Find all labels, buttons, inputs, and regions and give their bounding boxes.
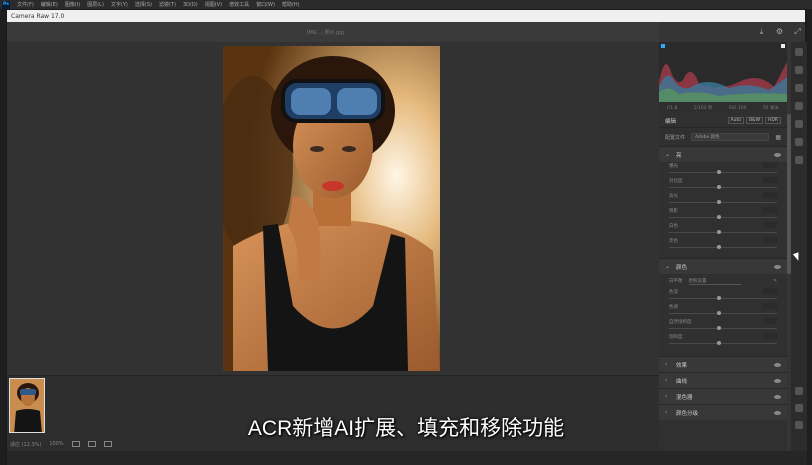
- remove-tool-icon[interactable]: [795, 84, 803, 92]
- profile-row: 配置文件 Adobe 颜色 ▦: [659, 128, 787, 146]
- slider-label: 饱和度: [669, 335, 683, 340]
- top-right-toolbar: ⤓ ⚙ ⤢: [757, 27, 802, 36]
- section-curve-title: 曲线: [676, 378, 688, 385]
- iso: ISO 100: [728, 105, 747, 111]
- section-curve[interactable]: › 曲线: [659, 372, 787, 388]
- eye-icon[interactable]: [774, 362, 781, 367]
- chevron-right-icon: ›: [665, 361, 668, 368]
- menu-image[interactable]: 图像(I): [65, 1, 80, 8]
- slider-blacks[interactable]: 黑色: [659, 237, 787, 252]
- slider-contrast[interactable]: 对比度: [659, 177, 787, 192]
- image-canvas[interactable]: [7, 42, 659, 375]
- shutter: 1/160 秒: [693, 106, 713, 111]
- menu-file[interactable]: 文件(F): [17, 1, 34, 8]
- menu-help[interactable]: 帮助(H): [282, 1, 300, 8]
- eye-icon[interactable]: [774, 264, 781, 269]
- white-balance-dropdown[interactable]: 原照设置: [688, 278, 741, 285]
- white-balance-label: 白平衡: [669, 279, 683, 284]
- slider-label: 自然饱和度: [669, 320, 692, 325]
- eye-icon[interactable]: [774, 394, 781, 399]
- slider-saturation[interactable]: 饱和度: [659, 333, 787, 348]
- section-color[interactable]: ⌄ 颜色: [659, 258, 787, 274]
- video-subtitle: ACR新增AI扩展、填充和移除功能: [247, 417, 565, 440]
- bw-button[interactable]: B&W: [745, 117, 764, 124]
- dialog-title: Camera Raw 17.0: [11, 12, 65, 20]
- focal-length: 50 毫米: [762, 106, 779, 111]
- profile-dropdown[interactable]: Adobe 颜色: [691, 133, 770, 141]
- slider-highlights[interactable]: 高光: [659, 192, 787, 207]
- photoshop-logo: Ps: [2, 0, 10, 9]
- slider-label: 阴影: [669, 209, 678, 214]
- menu-window[interactable]: 窗口(W): [256, 1, 275, 8]
- slider-label: 色温: [669, 290, 678, 295]
- chevron-down-icon: ⌄: [665, 263, 671, 270]
- auto-button[interactable]: Auto: [727, 117, 744, 124]
- profile-label: 配置文件: [665, 134, 686, 141]
- slider-tint[interactable]: 色调: [659, 303, 787, 318]
- gear-icon[interactable]: ⚙: [775, 27, 784, 36]
- white-balance-row: 白平衡 原照设置 ✎: [659, 274, 787, 288]
- hand-tool-icon[interactable]: [795, 404, 803, 412]
- eye-icon[interactable]: [774, 378, 781, 383]
- menu-layer[interactable]: 图层(L): [87, 1, 104, 8]
- menu-3d[interactable]: 3D(D): [183, 2, 198, 8]
- zoom-tool-icon[interactable]: [795, 387, 803, 395]
- tool-strip: [791, 42, 807, 451]
- section-mixer[interactable]: › 混色器: [659, 388, 787, 404]
- screen: Ps 文件(F) 编辑(E) 图像(I) 图层(L) 文字(Y) 选择(S) 滤…: [0, 0, 812, 465]
- camera-raw-dialog: Camera Raw 17.0 IMG ... 照片.jpg ⤓ ⚙ ⤢ 适应 …: [6, 9, 807, 465]
- redeye-tool-icon[interactable]: [795, 120, 803, 128]
- menu-filter[interactable]: 滤镜(T): [159, 1, 176, 8]
- camera-info: f/1.8 1/160 秒 ISO 100 50 毫米: [659, 102, 787, 114]
- section-mixer-title: 混色器: [676, 394, 693, 401]
- menu-view[interactable]: 视图(V): [205, 1, 222, 8]
- histogram: [659, 42, 787, 102]
- slider-label: 高光: [669, 194, 678, 199]
- presets-tool-icon[interactable]: [795, 138, 803, 146]
- dialog-titlebar: Camera Raw 17.0: [7, 10, 805, 22]
- section-effects[interactable]: › 效果: [659, 356, 787, 372]
- section-light-title: 亮: [676, 152, 682, 159]
- slider-temperature[interactable]: 色温: [659, 288, 787, 303]
- crop-tool-icon[interactable]: [795, 66, 803, 74]
- slider-exposure[interactable]: 曝光: [659, 162, 787, 177]
- menu-plugins[interactable]: 增效工具: [229, 1, 249, 8]
- section-color-title: 颜色: [676, 264, 688, 271]
- hdr-button[interactable]: HDR: [765, 117, 781, 124]
- aperture: f/1.8: [667, 105, 678, 111]
- slider-label: 色调: [669, 305, 678, 310]
- eye-icon[interactable]: [774, 152, 781, 157]
- edit-title: 编辑: [665, 118, 677, 125]
- slider-label: 白色: [669, 224, 678, 229]
- save-icon[interactable]: ⤓: [757, 27, 766, 36]
- menu-type[interactable]: 文字(Y): [111, 1, 128, 8]
- chevron-right-icon: ›: [665, 393, 668, 400]
- photo-preview: [223, 46, 440, 371]
- mask-tool-icon[interactable]: [795, 102, 803, 110]
- slider-label: 黑色: [669, 239, 678, 244]
- slider-label: 曝光: [669, 164, 678, 169]
- dialog-footer: [7, 451, 807, 465]
- image-filename: IMG ... 照片.jpg: [307, 30, 344, 36]
- slider-shadows[interactable]: 阴影: [659, 207, 787, 222]
- edit-header: 编辑 Auto B&W HDR: [659, 114, 787, 128]
- chevron-right-icon: ›: [665, 377, 668, 384]
- slider-whites[interactable]: 白色: [659, 222, 787, 237]
- photoshop-menubar: Ps 文件(F) 编辑(E) 图像(I) 图层(L) 文字(Y) 选择(S) 滤…: [0, 0, 812, 9]
- slider-vibrance[interactable]: 自然饱和度: [659, 318, 787, 333]
- slider-label: 对比度: [669, 179, 683, 184]
- section-effects-title: 效果: [676, 362, 688, 369]
- more-icon[interactable]: [795, 156, 803, 164]
- menu-edit[interactable]: 编辑(E): [41, 1, 58, 8]
- profile-browser-icon[interactable]: ▦: [775, 134, 781, 141]
- preview-header: IMG ... 照片.jpg: [7, 22, 659, 42]
- chevron-down-icon: ⌄: [665, 151, 671, 158]
- edit-panel: 编辑 Auto B&W HDR 配置文件 Adobe 颜色 ▦ ⌄ 亮 曝光 对…: [659, 114, 787, 451]
- menu-select[interactable]: 选择(S): [135, 1, 152, 8]
- eyedropper-icon[interactable]: ✎: [773, 279, 777, 284]
- fullscreen-icon[interactable]: ⤢: [793, 27, 802, 36]
- section-light[interactable]: ⌄ 亮: [659, 146, 787, 162]
- edit-tool-icon[interactable]: [795, 48, 803, 56]
